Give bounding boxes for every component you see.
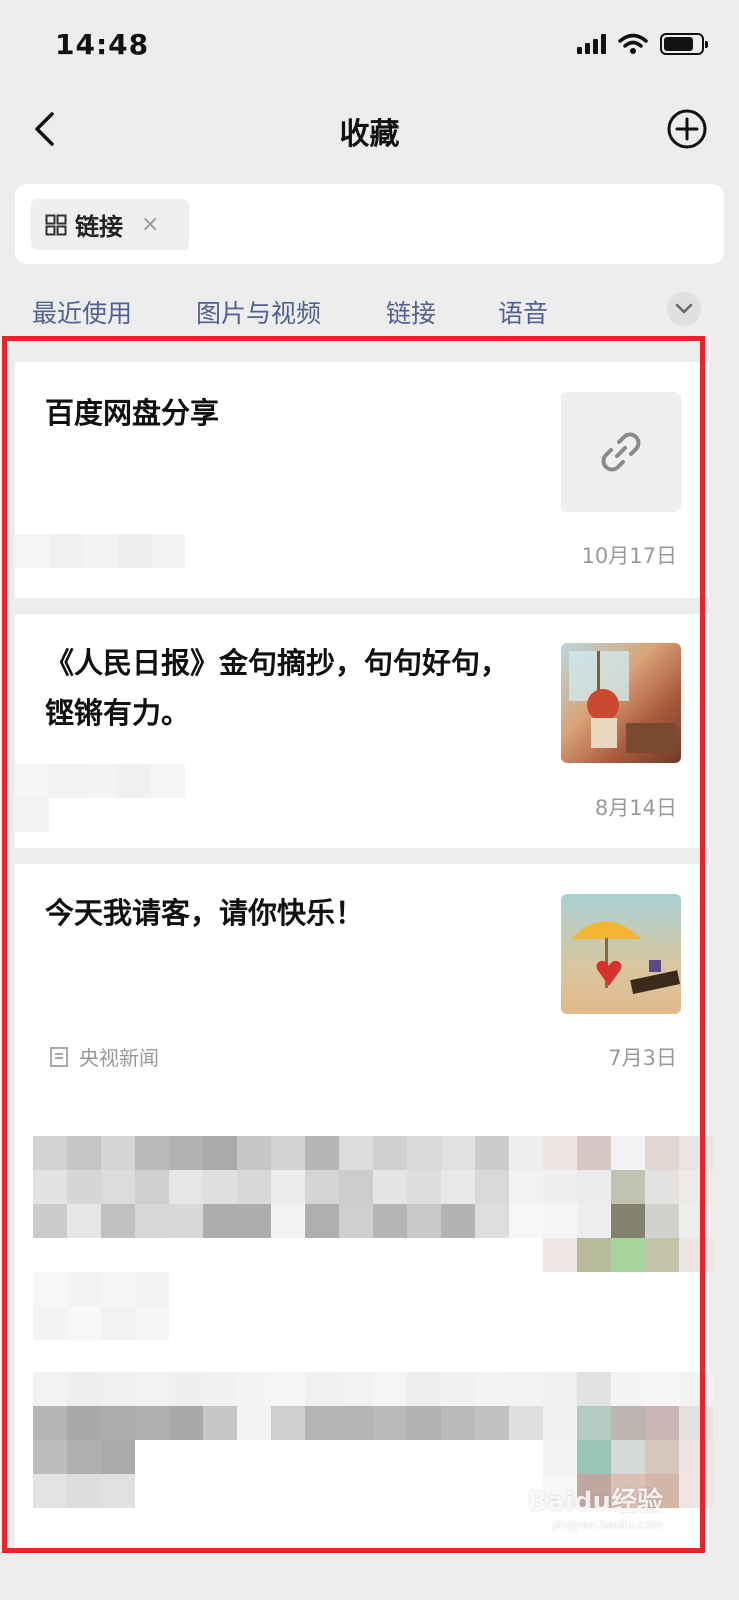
chevron-down-icon: [675, 303, 693, 314]
item-date: 10月17日: [581, 544, 677, 568]
umbrella-heart-image: [561, 894, 681, 1014]
add-button[interactable]: [665, 107, 709, 151]
link-thumbnail: [561, 392, 681, 512]
grid-icon: [45, 214, 67, 235]
filter-chip-label: 链接: [75, 213, 123, 241]
tabs-more-button[interactable]: [667, 292, 701, 326]
item-date: 8月14日: [594, 796, 677, 820]
item-source: 央视新闻: [49, 1042, 159, 1071]
item-date: 7月3日: [608, 1046, 677, 1070]
anime-girl-image: [561, 643, 681, 763]
wifi-icon: [618, 33, 648, 54]
status-bar: 14:48: [0, 0, 739, 90]
pixelated-area: [15, 534, 215, 568]
signal-icon: [577, 34, 606, 54]
source-label: 央视新闻: [79, 1046, 159, 1070]
article-icon: [50, 1046, 68, 1067]
pixelated-area: [15, 764, 215, 832]
watermark-text: Baidu经验: [527, 1487, 663, 1517]
close-icon[interactable]: ×: [141, 212, 159, 237]
filter-chip-link[interactable]: 链接 ×: [31, 199, 189, 250]
status-icons: [577, 33, 708, 55]
plus-circle-icon: [667, 109, 707, 149]
status-time: 14:48: [55, 28, 150, 61]
favorite-item[interactable]: 百度网盘分享 10月17日: [15, 362, 709, 598]
page-title: 收藏: [339, 117, 400, 152]
tab-voice[interactable]: 语音: [498, 294, 548, 330]
tab-links[interactable]: 链接: [386, 294, 436, 330]
category-tabs: 最近使用 图片与视频 链接 语音: [0, 292, 739, 332]
tab-recent[interactable]: 最近使用: [32, 294, 132, 330]
pixelated-area: [33, 1136, 713, 1272]
tab-images-videos[interactable]: 图片与视频: [196, 294, 321, 330]
pixelated-area: [33, 1272, 193, 1340]
link-icon: [601, 432, 641, 472]
filter-bar[interactable]: 链接 ×: [15, 184, 724, 264]
watermark-subtext: jingyan.baidu.com: [552, 1518, 663, 1532]
nav-bar: 收藏: [0, 95, 739, 165]
item-title: 百度网盘分享: [45, 396, 220, 430]
battery-icon: [660, 33, 708, 55]
item-title: 今天我请客，请你快乐！: [45, 896, 365, 930]
watermark-logo: Baidu经验 jingyan.baidu.com: [528, 1481, 663, 1532]
favorite-item[interactable]: 今天我请客，请你快乐！ 央视新闻 7月3日 Baidu经验 jingyan.ba…: [15, 864, 713, 1554]
item-title: 《人民日报》金句摘抄，句句好句，铿锵有力。: [45, 646, 510, 730]
favorite-item[interactable]: 《人民日报》金句摘抄，句句好句，铿锵有力。 8月14日: [15, 614, 709, 848]
